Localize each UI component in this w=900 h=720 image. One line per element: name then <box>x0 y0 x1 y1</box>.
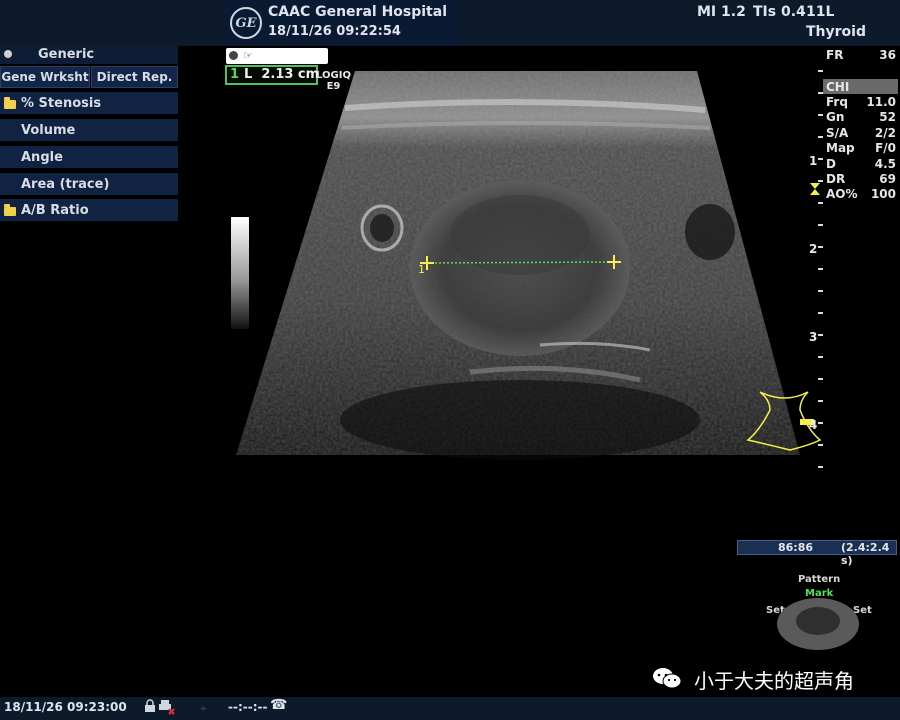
status-bar <box>0 697 900 720</box>
ruler-tick <box>818 158 823 160</box>
param-name: DR <box>826 172 846 186</box>
measure-toolbar <box>226 48 328 64</box>
depth-label: 1 <box>809 154 818 168</box>
ruler-tick <box>818 70 823 72</box>
grayscale-bar <box>231 217 249 329</box>
param-name: S/A <box>826 126 849 140</box>
ruler-tick <box>818 400 823 402</box>
param-frq: Frq 11.0 <box>826 95 896 109</box>
ruler-tick <box>818 378 823 380</box>
wechat-icon <box>653 668 682 689</box>
measurement-value: L 2.13 cm <box>244 67 320 82</box>
depth-label: 4 <box>809 418 818 432</box>
param-name: Map <box>826 141 855 155</box>
cursor-icon[interactable]: ☞ <box>243 49 253 62</box>
watermark-text: 小于大夫的超声角 <box>694 669 854 693</box>
depth-label: 2 <box>809 242 818 256</box>
param-value: 69 <box>879 172 896 186</box>
status-timer: --:--:-- <box>228 700 268 714</box>
ruler-tick <box>818 290 823 292</box>
param-gn: Gn 52 <box>826 110 896 124</box>
param-name: Frq <box>826 95 848 109</box>
param-ao: AO% 100 <box>826 187 896 201</box>
status-datetime: 18/11/26 09:23:00 <box>4 700 127 714</box>
param-chi: CHI <box>826 80 896 94</box>
ruler-tick <box>818 202 823 204</box>
param-value: F/0 <box>875 141 896 155</box>
ruler-tick <box>818 114 823 116</box>
param-sa: S/A 2/2 <box>826 126 896 140</box>
param-name: D <box>826 157 836 171</box>
trackball-pattern-label: Pattern <box>798 574 841 585</box>
caliper-index: 1 <box>418 263 425 276</box>
record-icon[interactable] <box>229 51 238 60</box>
depth-label: 3 <box>809 330 818 344</box>
ruler-tick <box>818 312 823 314</box>
frame-counter: 86:86 <box>778 541 814 554</box>
param-value: 4.5 <box>874 157 896 171</box>
network-icon: ⌖ <box>200 701 207 715</box>
focus-marker-icon <box>810 183 820 195</box>
param-name: FR <box>826 48 844 62</box>
ruler-tick <box>818 334 823 336</box>
ruler-tick <box>818 92 823 94</box>
frame-duration: (2.4:2.4 s) <box>841 541 890 567</box>
param-name: AO% <box>826 187 858 201</box>
ultrasound-image[interactable]: 1 <box>0 0 900 720</box>
param-value: 2/2 <box>874 126 896 140</box>
param-fr: FR 36 <box>826 48 896 62</box>
ruler-tick <box>818 444 823 446</box>
printer-icon[interactable] <box>157 699 175 715</box>
lock-icon <box>145 699 155 712</box>
param-dr: DR 69 <box>826 172 896 186</box>
ruler-tick <box>818 466 823 468</box>
ruler-tick <box>818 180 823 182</box>
ruler-tick <box>818 136 823 138</box>
scanner-model: LOGIQ E9 <box>316 70 351 92</box>
phone-icon[interactable]: ☎ <box>270 697 287 713</box>
trackball-center-icon[interactable] <box>796 607 840 635</box>
measurement-index: 1 <box>230 67 240 82</box>
param-value: 36 <box>879 48 896 62</box>
param-value: 100 <box>870 187 896 201</box>
ruler-tick <box>818 356 823 358</box>
ruler-tick <box>818 246 823 248</box>
ruler-tick <box>818 268 823 270</box>
ruler-tick <box>818 224 823 226</box>
param-map: Map F/0 <box>826 141 896 155</box>
param-value: 11.0 <box>866 95 896 109</box>
param-name: Gn <box>826 110 845 124</box>
ruler-tick <box>818 422 823 424</box>
param-name: CHI <box>826 80 850 94</box>
param-value: 52 <box>879 110 896 124</box>
param-d: D 4.5 <box>826 157 896 171</box>
